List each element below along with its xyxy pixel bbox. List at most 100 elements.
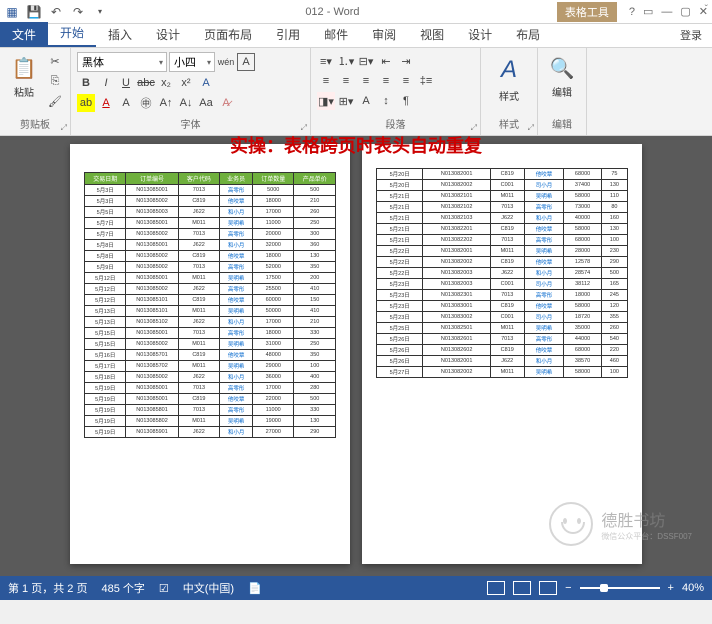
table-cell[interactable]: N013085801 <box>126 405 178 416</box>
table-cell[interactable]: 36000 <box>253 372 294 383</box>
table-row[interactable]: 5月21日N013082201C819他咬覃58000130 <box>377 224 628 235</box>
table-cell[interactable]: 58000 <box>564 191 601 202</box>
table-cell[interactable]: 和小月 <box>524 356 564 367</box>
table-cell[interactable]: 120 <box>601 301 627 312</box>
font-size-select[interactable]: 小四 <box>169 52 215 72</box>
table-cell[interactable]: N013082501 <box>423 323 490 334</box>
table-cell[interactable]: N013082002 <box>423 257 490 268</box>
table-cell[interactable]: J622 <box>178 284 219 295</box>
table-cell[interactable]: 和小月 <box>220 207 253 218</box>
table-cell[interactable]: N013082003 <box>423 279 490 290</box>
tab-tool-design[interactable]: 设计 <box>456 22 504 47</box>
table-cell[interactable]: 5月23日 <box>377 312 423 323</box>
table-row[interactable]: 5月22日N013082001M011吴明希28000230 <box>377 246 628 257</box>
table-cell[interactable]: N013085701 <box>126 350 178 361</box>
sort-icon[interactable]: A <box>357 92 375 110</box>
table-cell[interactable]: 5月25日 <box>377 323 423 334</box>
maximize-icon[interactable]: ▢ <box>680 5 690 18</box>
table-cell[interactable]: 司小月 <box>524 180 564 191</box>
table-cell[interactable]: N013085002 <box>126 251 178 262</box>
login-link[interactable]: 登录 <box>670 23 712 47</box>
table-row[interactable]: 5月22日N013082002C819他咬覃12578290 <box>377 257 628 268</box>
table-cell[interactable]: 5月18日 <box>85 372 126 383</box>
table-cell[interactable]: N013085002 <box>126 229 178 240</box>
table-cell[interactable]: 司小月 <box>524 312 564 323</box>
table-cell[interactable]: 7013 <box>178 383 219 394</box>
table-cell[interactable]: 和小月 <box>220 427 253 438</box>
char-shading-icon[interactable]: A <box>117 94 135 112</box>
table-row[interactable]: 5月26日N0130826017013高零彤44000540 <box>377 334 628 345</box>
table-cell[interactable]: 5月19日 <box>85 394 126 405</box>
table-cell[interactable]: M011 <box>490 323 524 334</box>
table-cell[interactable]: 28000 <box>564 246 601 257</box>
redo-icon[interactable]: ↷ <box>70 4 86 20</box>
table-cell[interactable]: 12578 <box>564 257 601 268</box>
table-cell[interactable]: 5月7日 <box>85 229 126 240</box>
text-effects-icon[interactable]: A <box>197 74 215 92</box>
table-cell[interactable]: N013085101 <box>126 295 178 306</box>
line-spacing-icon[interactable]: ‡≡ <box>417 72 435 90</box>
zoom-slider[interactable] <box>580 587 660 589</box>
strikethrough-icon[interactable]: abc <box>137 74 155 92</box>
table-cell[interactable]: 高零彤 <box>220 405 253 416</box>
table-row[interactable]: 5月17日N013085702M011吴明希29000100 <box>85 361 336 372</box>
table-cell[interactable]: M011 <box>490 246 524 257</box>
table-row[interactable]: 5月23日N013083001C819他咬覃58000120 <box>377 301 628 312</box>
table-row[interactable]: 5月18日N013085002J622和小月36000400 <box>85 372 336 383</box>
table-cell[interactable]: 130 <box>294 251 336 262</box>
table-row[interactable]: 5月23日N0130823017013高零彤18000245 <box>377 290 628 301</box>
table-cell[interactable]: 高零彤 <box>220 328 253 339</box>
table-cell[interactable]: 230 <box>601 246 627 257</box>
table-row[interactable]: 5月21日N013082103J622和小月40000160 <box>377 213 628 224</box>
table-cell[interactable]: 260 <box>601 323 627 334</box>
editing-button[interactable]: 🔍 编辑 <box>544 52 580 101</box>
table-cell[interactable]: C819 <box>178 350 219 361</box>
table-row[interactable]: 5月8日N013085002C819他咬覃18000130 <box>85 251 336 262</box>
table-cell[interactable]: 73000 <box>564 202 601 213</box>
table-cell[interactable]: M011 <box>178 306 219 317</box>
table-cell[interactable]: 高零彤 <box>220 185 253 196</box>
table-cell[interactable]: 5月23日 <box>377 301 423 312</box>
table-row[interactable]: 5月19日N0130850017013高零彤17000280 <box>85 383 336 394</box>
table-row[interactable]: 5月19日N013085901J622和小月27000290 <box>85 427 336 438</box>
table-cell[interactable]: 330 <box>294 405 336 416</box>
table-row[interactable]: 5月21日N0130821027013高零彤7300080 <box>377 202 628 213</box>
table-cell[interactable]: 360 <box>294 240 336 251</box>
table-row[interactable]: 5月19日N0130858017013高零彤11000330 <box>85 405 336 416</box>
table-cell[interactable]: 18000 <box>564 290 601 301</box>
table-cell[interactable]: 17000 <box>253 207 294 218</box>
minimize-icon[interactable]: — <box>661 6 672 18</box>
table-cell[interactable]: 5月12日 <box>85 295 126 306</box>
table-cell[interactable]: 吴明希 <box>220 339 253 350</box>
table-cell[interactable]: J622 <box>178 240 219 251</box>
table-cell[interactable]: N013082102 <box>423 202 490 213</box>
print-layout-icon[interactable] <box>513 581 531 595</box>
bullets-icon[interactable]: ≡▾ <box>317 52 335 70</box>
table-cell[interactable]: M011 <box>178 218 219 229</box>
table-cell[interactable]: 他咬覃 <box>220 394 253 405</box>
table-cell[interactable]: C819 <box>178 196 219 207</box>
table-cell[interactable]: 7013 <box>178 262 219 273</box>
table-row[interactable]: 5月15日N0130850017013高零彤18000330 <box>85 328 336 339</box>
table-cell[interactable]: 和小月 <box>524 268 564 279</box>
table-cell[interactable]: 7013 <box>178 328 219 339</box>
table-cell[interactable]: 7013 <box>178 405 219 416</box>
table-cell[interactable]: 17500 <box>253 273 294 284</box>
table-cell[interactable]: 他咬覃 <box>220 196 253 207</box>
table-cell[interactable]: 20000 <box>253 229 294 240</box>
table-cell[interactable]: N013082001 <box>423 356 490 367</box>
table-cell[interactable]: 7013 <box>490 202 524 213</box>
table-cell[interactable]: 22000 <box>253 394 294 405</box>
table-cell[interactable]: 37400 <box>564 180 601 191</box>
table-cell[interactable]: 250 <box>294 339 336 350</box>
table-cell[interactable]: N013082202 <box>423 235 490 246</box>
table-cell[interactable]: N013085002 <box>126 339 178 350</box>
table-cell[interactable]: N013085001 <box>126 273 178 284</box>
table-cell[interactable]: 5月16日 <box>85 350 126 361</box>
table-row[interactable]: 5月15日N013085002M011吴明希31000250 <box>85 339 336 350</box>
highlight-icon[interactable]: ab <box>77 94 95 112</box>
table-cell[interactable]: 210 <box>294 317 336 328</box>
table-cell[interactable]: 5月21日 <box>377 224 423 235</box>
table-cell[interactable]: N013085101 <box>126 306 178 317</box>
tab-tool-layout[interactable]: 布局 <box>504 22 552 47</box>
